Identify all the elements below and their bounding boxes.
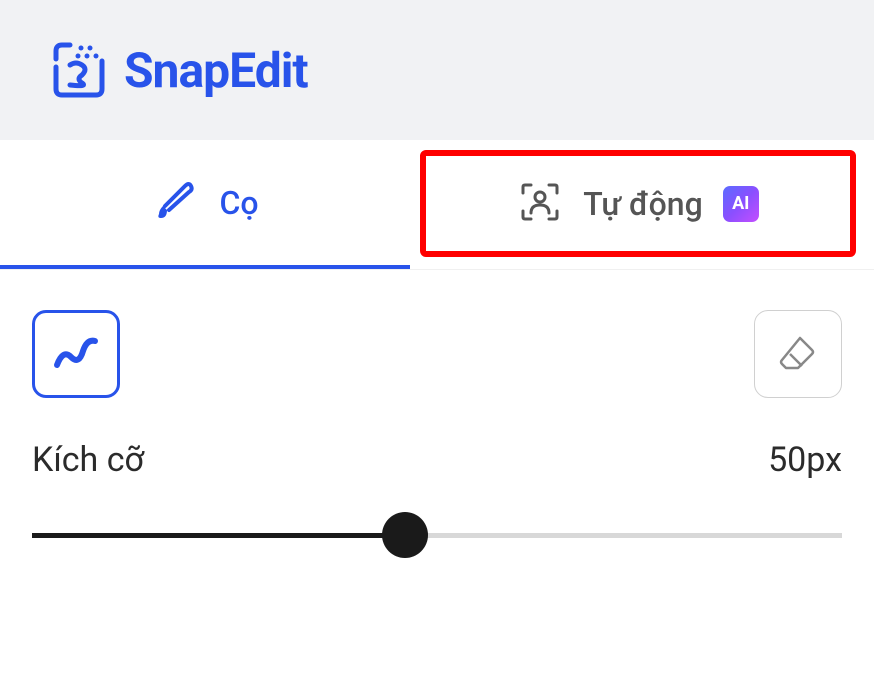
tool-selector: [0, 270, 874, 398]
tab-brush[interactable]: Cọ: [0, 140, 410, 269]
app-name: SnapEdit: [124, 42, 308, 99]
squiggle-icon: [49, 325, 103, 383]
app-header: SnapEdit: [0, 0, 874, 140]
size-slider[interactable]: [32, 510, 842, 560]
size-value: 50px: [768, 440, 842, 480]
size-label: Kích cỡ: [32, 440, 144, 480]
eraser-icon: [776, 330, 820, 378]
size-labels: Kích cỡ 50px: [32, 440, 842, 480]
size-control: Kích cỡ 50px: [0, 398, 874, 560]
draw-tool-button[interactable]: [32, 310, 120, 398]
snapedit-logo-icon: [48, 39, 110, 101]
ai-badge: AI: [723, 186, 759, 222]
tab-auto-label: Tự động: [583, 185, 703, 223]
detect-icon: [517, 179, 563, 229]
app-logo[interactable]: SnapEdit: [48, 39, 308, 101]
tab-brush-label: Cọ: [219, 184, 258, 222]
erase-tool-button[interactable]: [754, 310, 842, 398]
slider-fill: [32, 533, 405, 538]
tab-auto[interactable]: Tự động AI: [420, 150, 856, 257]
slider-thumb[interactable]: [382, 512, 428, 558]
mode-tabs: Cọ Tự động AI: [0, 140, 874, 270]
brush-icon: [151, 178, 197, 228]
slider-track: [32, 533, 842, 538]
